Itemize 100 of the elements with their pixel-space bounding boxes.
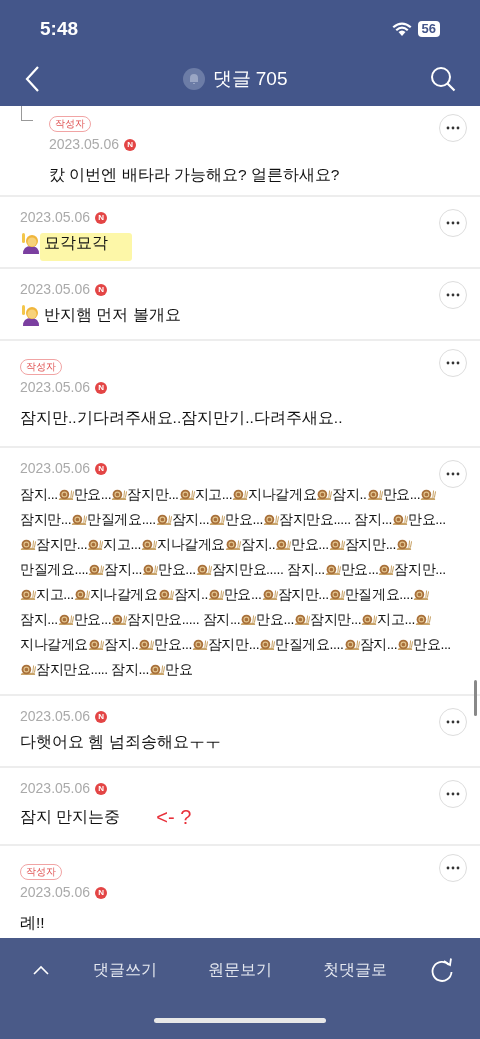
snail-icon <box>20 537 36 552</box>
snail-icon <box>392 512 408 527</box>
comment-text: 잠지만요..... 잠지... <box>127 611 241 627</box>
comment-date: 2023.05.06 <box>20 884 91 901</box>
snail-icon <box>294 612 311 627</box>
comment-date: 2023.05.06 <box>20 281 91 298</box>
comment-text: 캈 이번엔 배타라 가능해요? 얼른하새요? <box>49 166 340 183</box>
snail-icon <box>343 637 360 652</box>
new-badge: N <box>124 138 137 151</box>
comment-date: 2023.05.06 <box>20 780 91 797</box>
snail-icon <box>178 487 195 502</box>
bottom-bar-link[interactable]: 원문보기 <box>200 958 280 982</box>
snail-icon <box>20 587 36 602</box>
comment-text: 지고... <box>103 536 141 552</box>
comment-text: 만질게요.... <box>344 586 414 602</box>
comment-text: 만요... <box>340 561 379 577</box>
snail-icon <box>263 512 279 527</box>
comment-date: 2023.05.06 <box>20 379 91 396</box>
snail-icon <box>140 537 157 552</box>
snail-icon <box>209 512 226 527</box>
more-icon <box>446 866 460 870</box>
bell-icon <box>182 68 205 90</box>
comment-text: 만요... <box>158 561 196 577</box>
comment-text: 잠지... <box>20 611 58 627</box>
new-badge: N <box>95 710 108 723</box>
more-icon <box>446 293 460 297</box>
snail-icon <box>73 587 90 602</box>
snail-icon <box>207 587 224 602</box>
snail-icon <box>71 512 88 527</box>
new-badge: N <box>95 381 108 394</box>
snail-icon <box>87 537 104 552</box>
comment-text: 만요... <box>291 536 329 552</box>
comment-text: 만질게요.... <box>20 561 89 577</box>
comment-text: 만요... <box>382 486 421 502</box>
comment-date: 2023.05.06 <box>20 708 91 725</box>
annotation-text: <- ? <box>156 805 192 830</box>
comment-text: 잠지만... <box>310 611 362 627</box>
comment-text: 잠지... <box>20 486 58 502</box>
bottom-bar-link[interactable]: 댓글쓰기 <box>85 958 165 982</box>
snail-icon <box>413 587 430 602</box>
comment-text: 지고... <box>377 611 415 627</box>
comment-text: 만요... <box>413 636 451 652</box>
more-icon <box>446 126 460 130</box>
comment-text: 잠지 만지는중 <box>20 808 121 825</box>
snail-icon <box>88 637 104 652</box>
comment-text: 잠지만... <box>344 536 397 552</box>
snail-icon <box>275 537 292 552</box>
snail-icon <box>57 612 74 627</box>
comment-text: 잠지... <box>359 636 398 652</box>
comment-text: 잠지... <box>104 561 143 577</box>
comment-text: 잠지만... <box>36 536 88 552</box>
comment-text: 잠지... <box>171 511 210 527</box>
new-badge: N <box>95 886 108 899</box>
comment-text: 지나갈게요 <box>20 636 88 652</box>
snail-icon <box>195 562 212 577</box>
refresh-icon[interactable] <box>430 957 454 983</box>
search-icon[interactable] <box>430 66 456 92</box>
comment-text: 지나갈게요 <box>248 486 317 502</box>
back-icon[interactable] <box>24 65 40 93</box>
person-raising-hand-icon <box>20 304 42 326</box>
more-icon <box>446 361 460 365</box>
snail-icon <box>88 562 105 577</box>
comment-text: 만요... <box>408 511 446 527</box>
person-raising-hand-icon <box>20 232 42 254</box>
snail-icon <box>259 637 276 652</box>
snail-icon <box>316 487 333 502</box>
snail-icon <box>324 562 341 577</box>
comment-text: 지나갈게요 <box>156 536 225 552</box>
snail-icon <box>57 487 74 502</box>
comment-text: 잠지만... <box>277 586 329 602</box>
comment-text: 만요... <box>73 486 112 502</box>
snail-icon <box>232 487 249 502</box>
bottom-bar-link[interactable]: 첫댓글로 <box>315 958 395 982</box>
comment-text: 잠지만... <box>207 636 260 652</box>
more-icon <box>446 221 460 225</box>
comment-text: 만질게요.... <box>275 636 344 652</box>
snail-icon <box>397 637 414 652</box>
snail-icon <box>361 612 378 627</box>
comment-text: 잠지만..기다려주새요..잠지만기..다려주새요.. <box>20 409 343 426</box>
header-title: 댓글 705 <box>212 66 288 91</box>
snail-icon <box>157 587 174 602</box>
snail-icon <box>224 537 241 552</box>
comment-text: 례!! <box>20 914 45 931</box>
snail-icon <box>191 637 208 652</box>
caret-up-icon[interactable] <box>32 965 50 975</box>
comment-text: 지나갈게요 <box>89 586 158 602</box>
comment-text: 묘각묘각 <box>44 234 108 251</box>
status-time: 5:48 <box>40 16 79 41</box>
new-badge: N <box>95 462 108 475</box>
comment-text: 만질게요.... <box>87 511 156 527</box>
new-badge: N <box>95 211 108 224</box>
comment-text: 잠지만요..... 잠지... <box>211 561 325 577</box>
comment-text: 반지햄 먼저 볼개요 <box>44 306 181 323</box>
snail-icon <box>328 587 345 602</box>
comment-text: 만요... <box>225 511 263 527</box>
snail-icon <box>240 612 257 627</box>
snail-icon <box>155 512 172 527</box>
snail-icon <box>20 662 36 677</box>
snail-icon <box>328 537 345 552</box>
new-badge: N <box>95 283 108 296</box>
